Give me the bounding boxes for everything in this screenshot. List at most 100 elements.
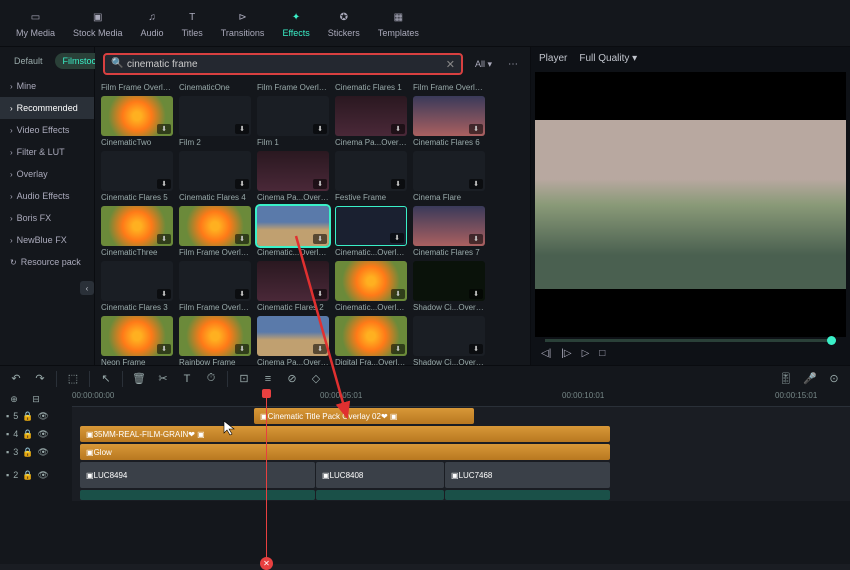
tab-effects[interactable]: ✦Effects <box>274 4 317 42</box>
effect-thumbnail[interactable]: ⬇ <box>257 261 329 301</box>
effect-thumbnail[interactable]: ⬇ <box>257 151 329 191</box>
cat-boris-fx[interactable]: ›Boris FX <box>0 207 94 229</box>
speed-button[interactable]: ⏱ <box>203 371 219 387</box>
download-icon[interactable]: ⬇ <box>469 124 483 134</box>
eye-icon[interactable]: 👁 <box>37 429 48 440</box>
track-toggle[interactable]: ▪ <box>6 411 9 421</box>
effect-thumbnail[interactable]: ⬇ <box>257 316 329 356</box>
clip-video-1[interactable]: ▣ LUC8494 <box>80 462 315 488</box>
download-icon[interactable]: ⬇ <box>469 344 483 354</box>
effect-thumbnail[interactable]: ⬇ <box>335 151 407 191</box>
playhead-delete-icon[interactable]: ✕ <box>260 557 273 570</box>
effect-thumbnail[interactable]: ⬇ <box>257 206 329 246</box>
lock-icon[interactable]: 🔒 <box>22 470 33 481</box>
effect-thumbnail[interactable]: ⬇ <box>101 151 173 191</box>
download-icon[interactable]: ⬇ <box>313 344 327 354</box>
clip-video-3[interactable]: ▣ LUC7468 <box>445 462 610 488</box>
effect-thumbnail[interactable]: ⬇ <box>179 206 251 246</box>
cat-filter-lut[interactable]: ›Filter & LUT <box>0 141 94 163</box>
text-tool[interactable]: T <box>179 371 195 387</box>
effect-thumbnail[interactable]: ⬇ <box>413 206 485 246</box>
tab-transitions[interactable]: ⊳Transitions <box>213 4 273 42</box>
effect-thumbnail[interactable]: ⬇ <box>179 96 251 136</box>
time-ruler[interactable]: 00:00:00:00 00:00:05:01 00:00:10:01 00:0… <box>72 391 850 407</box>
effect-thumbnail[interactable]: ⬇ <box>335 96 407 136</box>
preview-progress[interactable] <box>545 339 836 342</box>
effect-thumbnail[interactable]: ⬇ <box>413 151 485 191</box>
effect-thumbnail[interactable]: ⬇ <box>101 96 173 136</box>
effect-thumbnail[interactable]: ⬇ <box>335 316 407 356</box>
lock-icon[interactable]: 🔒 <box>22 429 33 440</box>
play-button[interactable]: ▷ <box>582 348 590 359</box>
effect-thumbnail[interactable]: ⬇ <box>335 206 407 246</box>
collapse-sidebar-button[interactable]: ‹ <box>80 281 94 295</box>
select-tool[interactable]: ⬚ <box>65 371 81 387</box>
effect-thumbnail[interactable]: ⬇ <box>101 206 173 246</box>
download-icon[interactable]: ⬇ <box>157 179 171 189</box>
download-icon[interactable]: ⬇ <box>469 179 483 189</box>
preview-viewport[interactable] <box>535 72 846 337</box>
clip-film-grain[interactable]: ▣ 35MM-REAL-FILM-GRAIN ❤ ▣ <box>80 426 610 442</box>
delete-button[interactable]: 🗑 <box>131 371 147 387</box>
download-icon[interactable]: ⬇ <box>313 179 327 189</box>
download-icon[interactable]: ⬇ <box>391 344 405 354</box>
download-icon[interactable]: ⬇ <box>235 124 249 134</box>
search-input[interactable] <box>127 59 446 70</box>
record-button[interactable]: 🎤 <box>802 371 818 387</box>
progress-handle[interactable] <box>827 336 836 345</box>
download-icon[interactable]: ⬇ <box>313 124 327 134</box>
effect-thumbnail[interactable]: ⬇ <box>413 96 485 136</box>
link-button[interactable]: ⊘ <box>284 371 300 387</box>
redo-button[interactable]: ↷ <box>32 371 48 387</box>
cat-recommended[interactable]: ›Recommended <box>0 97 94 119</box>
quality-dropdown[interactable]: Full Quality ▾ <box>579 53 637 64</box>
effect-thumbnail[interactable]: ⬇ <box>179 261 251 301</box>
undo-button[interactable]: ↶ <box>8 371 24 387</box>
cat-overlay[interactable]: ›Overlay <box>0 163 94 185</box>
crop-button[interactable]: ⊡ <box>236 371 252 387</box>
download-icon[interactable]: ⬇ <box>235 289 249 299</box>
cat-newblue-fx[interactable]: ›NewBlue FX <box>0 229 94 251</box>
tab-templates[interactable]: ▦Templates <box>370 4 427 42</box>
tab-my-media[interactable]: ▭My Media <box>8 4 63 42</box>
zoom-tool[interactable]: ⊕ <box>6 391 22 407</box>
track-toggle[interactable]: ▪ <box>6 447 9 457</box>
clear-search-button[interactable]: ✕ <box>446 58 455 71</box>
download-icon[interactable]: ⬇ <box>469 289 483 299</box>
more-options-button[interactable]: ⋯ <box>504 59 522 70</box>
cat-resource-pack[interactable]: ↻Resource pack <box>0 251 94 273</box>
lock-icon[interactable]: 🔒 <box>22 447 33 458</box>
split-button[interactable]: ✂ <box>155 371 171 387</box>
next-frame-button[interactable]: |▷ <box>561 348 571 359</box>
cat-mine[interactable]: ›Mine <box>0 75 94 97</box>
download-icon[interactable]: ⬇ <box>157 344 171 354</box>
clip-audio-2[interactable] <box>316 490 444 500</box>
clip-video-2[interactable]: ▣ LUC8408 <box>316 462 444 488</box>
effect-thumbnail[interactable]: ⬇ <box>257 96 329 136</box>
adjust-button[interactable]: ≡ <box>260 371 276 387</box>
type-filter-dropdown[interactable]: All ▾ <box>471 59 496 70</box>
filter-default[interactable]: Default <box>6 53 51 69</box>
eye-icon[interactable]: 👁 <box>37 411 48 422</box>
render-button[interactable]: ⊙ <box>826 371 842 387</box>
cat-video-effects[interactable]: ›Video Effects <box>0 119 94 141</box>
prev-frame-button[interactable]: ◁| <box>541 348 551 359</box>
track-toggle[interactable]: ▪ <box>6 429 9 439</box>
fit-tool[interactable]: ⊟ <box>28 391 44 407</box>
effect-thumbnail[interactable]: ⬇ <box>335 261 407 301</box>
download-icon[interactable]: ⬇ <box>235 234 249 244</box>
playhead-handle[interactable] <box>262 389 271 398</box>
mixer-button[interactable]: 🎚 <box>778 371 794 387</box>
download-icon[interactable]: ⬇ <box>391 179 405 189</box>
tab-stock-media[interactable]: ▣Stock Media <box>65 4 131 42</box>
playhead[interactable]: ✕ <box>266 391 267 564</box>
cursor-tool[interactable]: ↖ <box>98 371 114 387</box>
eye-icon[interactable]: 👁 <box>37 447 48 458</box>
download-icon[interactable]: ⬇ <box>313 234 327 244</box>
stop-button[interactable]: □ <box>599 348 605 359</box>
effect-thumbnail[interactable]: ⬇ <box>413 261 485 301</box>
clip-audio-3[interactable] <box>445 490 610 500</box>
download-icon[interactable]: ⬇ <box>391 289 405 299</box>
download-icon[interactable]: ⬇ <box>469 234 483 244</box>
effect-thumbnail[interactable]: ⬇ <box>101 316 173 356</box>
